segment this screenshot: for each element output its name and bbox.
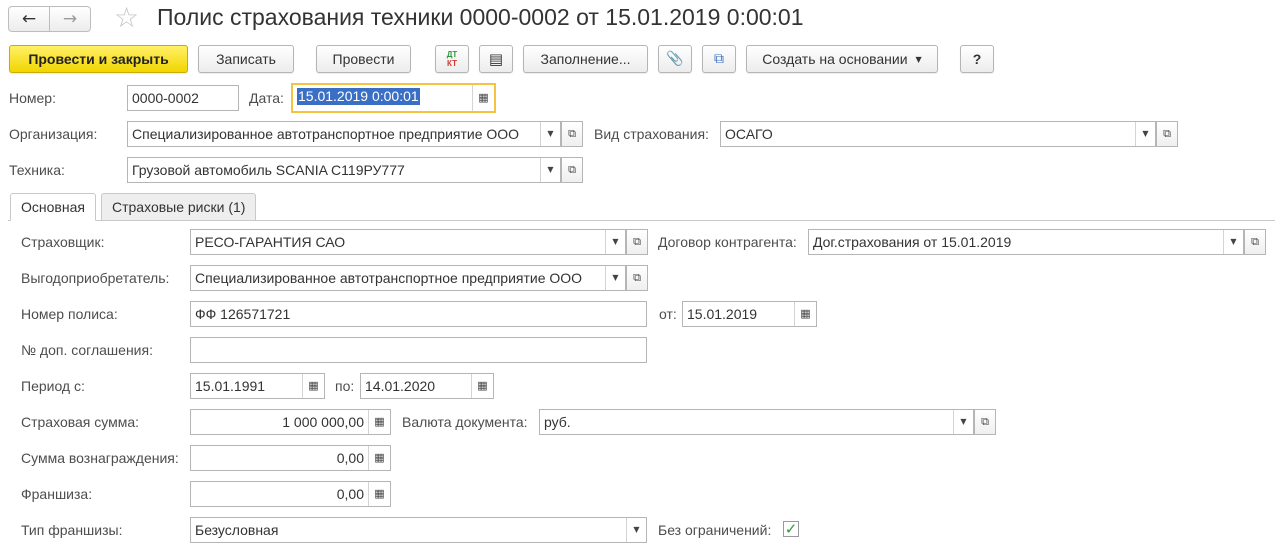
open-window-icon: ⧉: [568, 127, 576, 140]
policy-date-field[interactable]: 15.01.2019 ▦: [682, 301, 817, 327]
insurer-label: Страховщик:: [21, 234, 105, 250]
equipment-field[interactable]: Грузовой автомобиль SCANIA С119РУ777 ▼: [127, 157, 561, 183]
dropdown-arrow-icon[interactable]: ▼: [1223, 230, 1243, 254]
open-insurer-button[interactable]: ⧉: [626, 229, 648, 255]
addendum-label: № доп. соглашения:: [21, 342, 153, 358]
report-button[interactable]: ▤: [479, 45, 513, 73]
reward-sum-field[interactable]: 0,00 ▦: [190, 445, 391, 471]
open-window-icon: ⧉: [981, 415, 989, 428]
organization-label: Организация:: [9, 126, 98, 142]
date-label: Дата:: [249, 90, 284, 106]
post-button[interactable]: Провести: [316, 45, 411, 73]
dt-kt-button[interactable]: ДТ КТ: [435, 45, 469, 73]
deductible-type-label: Тип франшизы:: [21, 522, 123, 538]
structure-button[interactable]: ⧉: [702, 45, 736, 73]
back-button[interactable]: ←: [8, 6, 50, 32]
period-from-field[interactable]: 15.01.1991 ▦: [190, 373, 325, 399]
open-window-icon: ⧉: [568, 163, 576, 176]
unlimited-label: Без ограничений:: [658, 522, 772, 538]
page-title: Полис страхования техники 0000-0002 от 1…: [157, 4, 804, 30]
reward-sum-label: Сумма вознаграждения:: [21, 450, 179, 466]
currency-field[interactable]: руб. ▼: [539, 409, 974, 435]
insurance-type-field[interactable]: ОСАГО ▼: [720, 121, 1156, 147]
open-window-icon: ⧉: [1163, 127, 1171, 140]
insurer-field[interactable]: РЕСО-ГАРАНТИЯ САО ▼: [190, 229, 626, 255]
attach-button[interactable]: 📎: [658, 45, 692, 73]
forward-button[interactable]: →: [49, 6, 91, 32]
dropdown-arrow-icon[interactable]: ▼: [1135, 122, 1155, 146]
open-beneficiary-button[interactable]: ⧉: [626, 265, 648, 291]
contract-label: Договор контрагента:: [658, 234, 797, 250]
calendar-icon[interactable]: ▦: [302, 374, 324, 398]
period-to-label: по:: [335, 378, 355, 394]
policy-number-field[interactable]: ФФ 126571721: [190, 301, 647, 327]
contract-field[interactable]: Дог.страхования от 15.01.2019 ▼: [808, 229, 1244, 255]
paperclip-icon: 📎: [666, 51, 684, 67]
document-list-icon: ▤: [488, 50, 504, 68]
calculator-icon[interactable]: ▦: [368, 410, 390, 434]
open-organization-button[interactable]: ⧉: [561, 121, 583, 147]
deductible-label: Франшиза:: [21, 486, 93, 502]
number-label: Номер:: [9, 90, 56, 106]
policy-date-label: от:: [659, 306, 677, 322]
open-equipment-button[interactable]: ⧉: [561, 157, 583, 183]
arrow-right-icon: →: [62, 9, 78, 29]
dropdown-arrow-icon: ▼: [915, 54, 922, 64]
deductible-type-field[interactable]: Безусловная ▼: [190, 517, 647, 543]
checkmark-icon: ✓: [784, 520, 798, 538]
unlimited-checkbox[interactable]: ✓: [783, 521, 799, 537]
date-field[interactable]: 15.01.2019 0:00:01 ▦: [291, 83, 496, 113]
equipment-label: Техника:: [9, 162, 65, 178]
create-based-on-label: Создать на основании: [762, 51, 908, 67]
dropdown-arrow-icon[interactable]: ▼: [605, 266, 625, 290]
save-button[interactable]: Записать: [198, 45, 294, 73]
fill-button[interactable]: Заполнение...: [523, 45, 648, 73]
open-contract-button[interactable]: ⧉: [1244, 229, 1266, 255]
deductible-field[interactable]: 0,00 ▦: [190, 481, 391, 507]
calendar-icon[interactable]: ▦: [472, 85, 494, 111]
period-to-field[interactable]: 14.01.2020 ▦: [360, 373, 494, 399]
beneficiary-field[interactable]: Специализированное автотранспортное пред…: [190, 265, 626, 291]
calculator-icon[interactable]: ▦: [368, 446, 390, 470]
period-from-label: Период с:: [21, 378, 85, 394]
favorite-star-icon[interactable]: ☆: [114, 3, 139, 33]
policy-number-label: Номер полиса:: [21, 306, 118, 322]
beneficiary-label: Выгодоприобретатель:: [21, 270, 170, 286]
open-window-icon: ⧉: [633, 235, 641, 248]
tab-main[interactable]: Основная: [10, 193, 96, 221]
tab-insurance-risks[interactable]: Страховые риски (1): [101, 193, 257, 221]
dropdown-arrow-icon[interactable]: ▼: [540, 122, 560, 146]
dropdown-arrow-icon[interactable]: ▼: [540, 158, 560, 182]
open-window-icon: ⧉: [633, 271, 641, 284]
addendum-field[interactable]: [190, 337, 647, 363]
date-value: 15.01.2019 0:00:01: [297, 88, 420, 105]
hierarchy-icon: ⧉: [714, 51, 724, 67]
dropdown-arrow-icon[interactable]: ▼: [953, 410, 973, 434]
open-currency-button[interactable]: ⧉: [974, 409, 996, 435]
create-based-on-button[interactable]: Создать на основании ▼: [746, 45, 938, 73]
post-and-close-button[interactable]: Провести и закрыть: [9, 45, 188, 73]
help-button[interactable]: ?: [960, 45, 994, 73]
dt-kt-icon: ДТ КТ: [446, 50, 458, 68]
organization-field[interactable]: Специализированное автотранспортное пред…: [127, 121, 561, 147]
insurance-sum-label: Страховая сумма:: [21, 414, 140, 430]
calendar-icon[interactable]: ▦: [794, 302, 816, 326]
open-window-icon: ⧉: [1251, 235, 1259, 248]
calendar-icon[interactable]: ▦: [471, 374, 493, 398]
calculator-icon[interactable]: ▦: [368, 482, 390, 506]
dropdown-arrow-icon[interactable]: ▼: [605, 230, 625, 254]
open-insurance-type-button[interactable]: ⧉: [1156, 121, 1178, 147]
dropdown-arrow-icon[interactable]: ▼: [626, 518, 646, 542]
currency-label: Валюта документа:: [402, 414, 528, 430]
insurance-sum-field[interactable]: 1 000 000,00 ▦: [190, 409, 391, 435]
number-field[interactable]: 0000-0002: [127, 85, 239, 111]
insurance-type-label: Вид страхования:: [594, 126, 709, 142]
arrow-left-icon: ←: [21, 9, 37, 29]
